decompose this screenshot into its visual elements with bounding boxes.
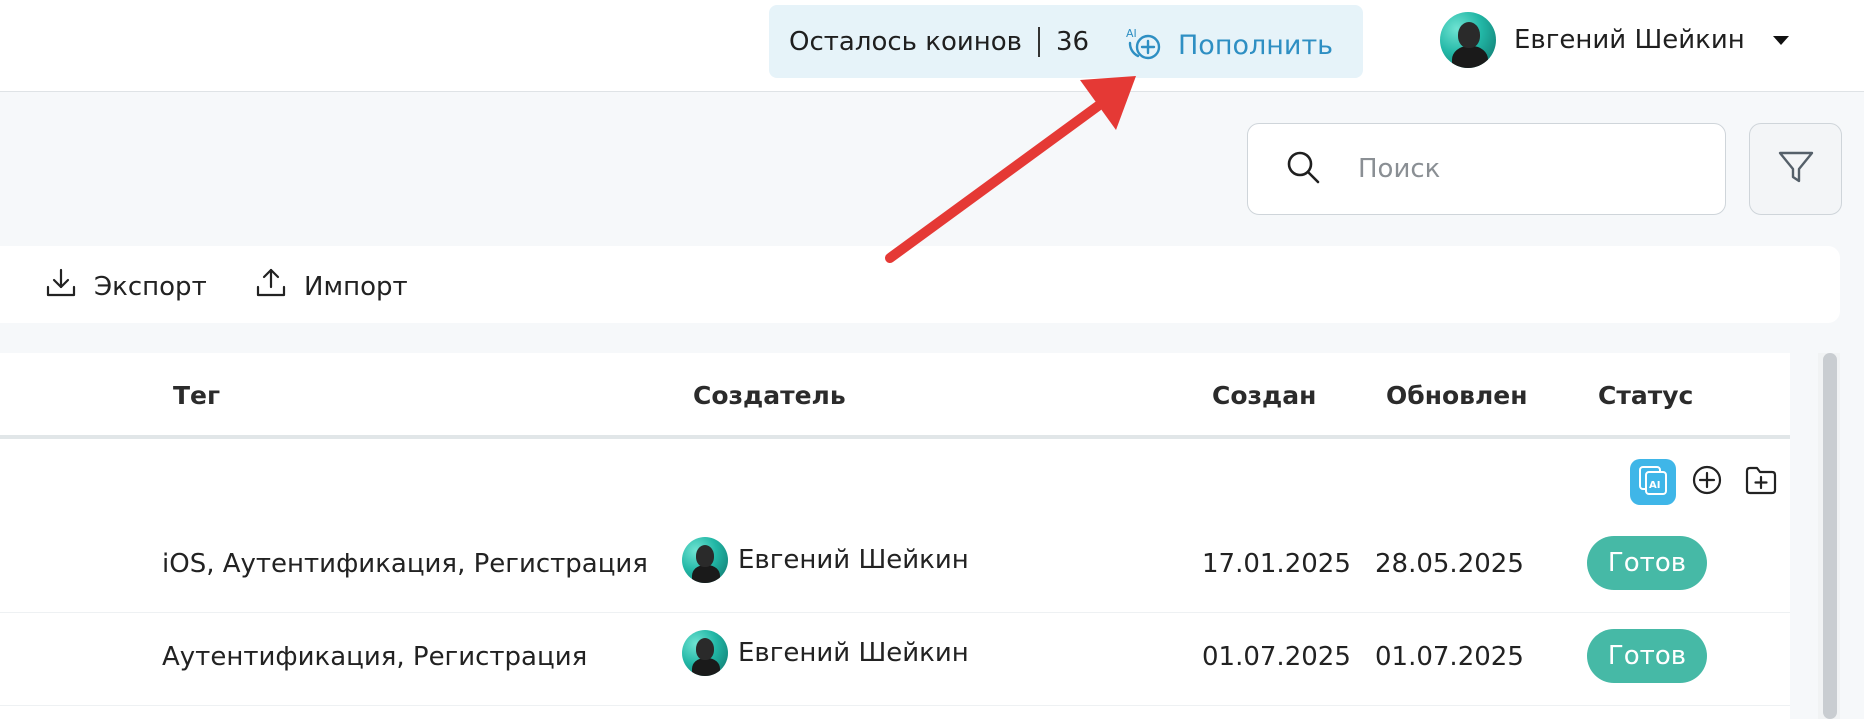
status-badge: Готов — [1587, 536, 1707, 590]
add-button[interactable] — [1684, 459, 1730, 505]
import-label: Импорт — [304, 271, 408, 302]
table-row[interactable]: Аутентификация, Регистрация Евгений Шейк… — [0, 614, 1790, 706]
coins-panel: Осталось коинов 36 AI Пополнить — [769, 5, 1363, 78]
cell-updated: 01.07.2025 — [1375, 642, 1524, 672]
cell-status: Готов — [1587, 536, 1707, 590]
column-header-updated[interactable]: Обновлен — [1386, 381, 1528, 410]
table-header: Тег Создатель Создан Обновлен Статус — [0, 353, 1790, 439]
filter-button[interactable] — [1749, 123, 1842, 215]
cell-creator: Евгений Шейкин — [682, 537, 969, 583]
coins-count: 36 — [1055, 26, 1090, 57]
coins-separator — [1037, 26, 1040, 57]
svg-text:AI: AI — [1649, 480, 1660, 491]
cell-tag: iOS, Аутентификация, Регистрация — [162, 549, 648, 579]
creator-name: Евгений Шейкин — [738, 545, 969, 575]
cell-status: Готов — [1587, 629, 1707, 683]
column-header-created[interactable]: Создан — [1212, 381, 1316, 410]
table-row[interactable]: iOS, Аутентификация, Регистрация Евгений… — [0, 521, 1790, 613]
creator-name: Евгений Шейкин — [738, 638, 969, 668]
column-header-tag[interactable]: Тег — [173, 381, 220, 410]
user-name: Евгений Шейкин — [1514, 25, 1745, 55]
topup-label: Пополнить — [1178, 29, 1334, 61]
folder-plus-icon — [1744, 463, 1778, 501]
import-button[interactable]: Импорт — [238, 266, 408, 307]
search-input[interactable] — [1358, 154, 1678, 184]
ai-coin-plus-icon: AI — [1124, 23, 1164, 67]
avatar — [1440, 12, 1496, 68]
cell-tag: Аутентификация, Регистрация — [162, 642, 588, 672]
avatar — [682, 630, 728, 676]
caret-down-icon — [1772, 35, 1789, 45]
scrollbar-thumb[interactable] — [1823, 353, 1837, 719]
svg-text:AI: AI — [1126, 27, 1137, 40]
search-box — [1247, 123, 1726, 215]
ai-copy-icon: AI — [1636, 463, 1670, 501]
status-badge: Готов — [1587, 629, 1707, 683]
data-table: Тег Создатель Создан Обновлен Статус AI — [0, 353, 1790, 719]
export-button[interactable]: Экспорт — [28, 266, 207, 307]
cell-created: 17.01.2025 — [1202, 549, 1351, 579]
row-actions: AI — [1630, 459, 1792, 505]
download-icon — [44, 266, 78, 307]
topup-button[interactable]: AI Пополнить — [1124, 23, 1333, 67]
filter-icon — [1775, 146, 1817, 192]
column-header-status[interactable]: Статус — [1598, 381, 1693, 410]
avatar — [682, 537, 728, 583]
upload-icon — [254, 266, 288, 307]
cell-created: 01.07.2025 — [1202, 642, 1351, 672]
coins-label: Осталось коинов — [789, 26, 1022, 57]
cell-updated: 28.05.2025 — [1375, 549, 1524, 579]
top-header: Осталось коинов 36 AI Пополнить Евгений … — [0, 0, 1864, 92]
plus-circle-icon — [1690, 463, 1724, 501]
add-folder-button[interactable] — [1738, 459, 1784, 505]
toolbar: Экспорт Импорт — [0, 246, 1840, 323]
user-menu[interactable]: Евгений Шейкин — [1440, 12, 1789, 68]
export-label: Экспорт — [94, 271, 207, 302]
ai-action-button[interactable]: AI — [1630, 459, 1676, 505]
cell-creator: Евгений Шейкин — [682, 630, 969, 676]
column-header-creator[interactable]: Создатель — [693, 381, 846, 410]
search-icon — [1248, 148, 1322, 190]
